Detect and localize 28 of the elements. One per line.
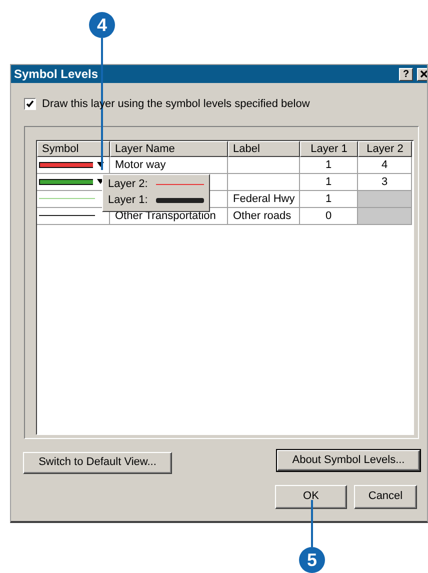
layer-number: 1 (325, 192, 332, 204)
layer-number: 1 (325, 176, 332, 188)
window-title: Symbol Levels (14, 66, 100, 83)
label-text: Other roads (233, 210, 292, 222)
layer-name: Motor way (115, 158, 166, 170)
column-header[interactable]: Layer 2 (358, 140, 412, 156)
ok-button[interactable]: OK (275, 484, 347, 508)
layer-number: 4 (381, 158, 388, 170)
help-button[interactable]: ? (399, 68, 413, 80)
layer-number: 0 (325, 210, 332, 222)
layer-name: Other Transportation (115, 210, 216, 222)
column-header[interactable]: Symbol (37, 140, 110, 156)
popup-label: Layer 2: (108, 177, 148, 192)
layer-number: 3 (381, 176, 388, 188)
close-button[interactable] (417, 68, 427, 80)
cancel-button[interactable]: Cancel (354, 484, 417, 508)
column-header[interactable]: Layer 1 (300, 140, 358, 156)
label-text: Federal Hwy (233, 192, 295, 204)
step-number: 5 (299, 547, 325, 573)
column-header[interactable]: Label (228, 140, 300, 156)
column-header[interactable]: Layer Name (110, 140, 228, 156)
step-number: 4 (89, 12, 115, 38)
switch-view-button[interactable]: Switch to Default View... (23, 452, 172, 474)
layer-number: 1 (325, 158, 332, 170)
leader-line (311, 500, 313, 547)
popup-label: Layer 1: (108, 193, 148, 208)
checkbox[interactable] (24, 98, 36, 110)
about-button[interactable]: About Symbol Levels... (277, 450, 420, 470)
